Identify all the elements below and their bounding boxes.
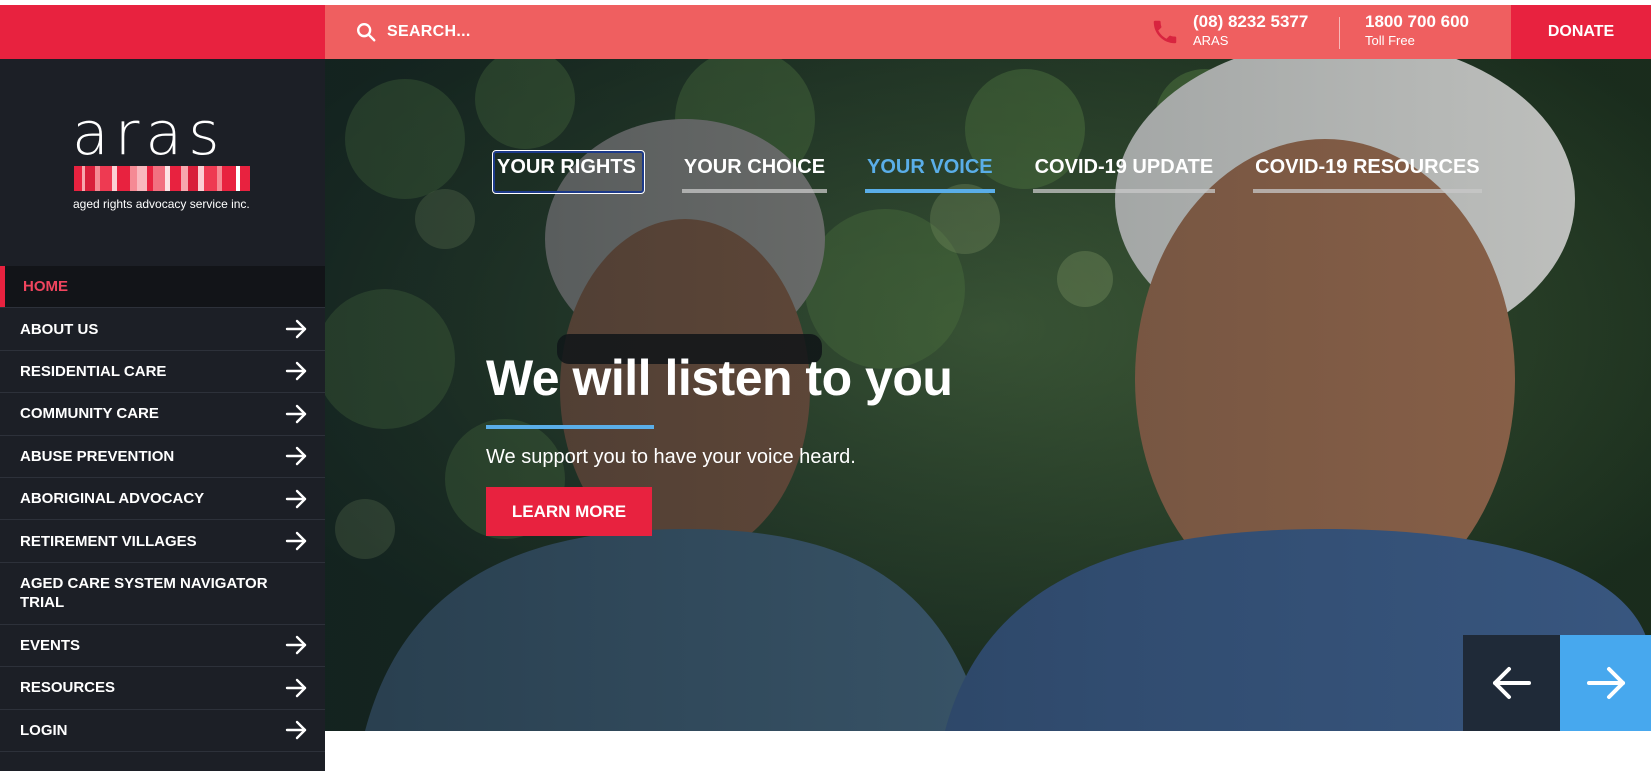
sidebar-item-label: EVENTS — [20, 636, 81, 654]
arrow-right-icon — [285, 721, 307, 740]
hero-tabs: YOUR RIGHTS YOUR CHOICE YOUR VOICE COVID-19… — [492, 150, 1520, 194]
phone-label: ARAS — [1193, 33, 1229, 48]
logo-stripes — [74, 166, 250, 191]
top-bar: SEARCH... (08) 8232 5377 ARAS 1800 700 6… — [325, 5, 1651, 59]
tab-your-voice[interactable]: YOUR VOICE — [865, 156, 995, 193]
sidebar-item-label: COMMUNITY CARE — [20, 405, 159, 423]
arrow-right-icon — [1586, 667, 1625, 699]
sidebar-item-label: ABUSE PREVENTION — [20, 447, 175, 465]
tab-your-choice[interactable]: YOUR CHOICE — [681, 156, 828, 193]
sidebar-item-aged-care-system-navigator-trial[interactable]: AGED CARE SYSTEM NAVIGATOR TRIAL — [0, 563, 325, 625]
arrow-right-icon — [285, 319, 307, 339]
arrow-right-icon — [285, 531, 307, 551]
arrow-right-icon — [285, 447, 307, 466]
logo-wordmark: aras — [72, 99, 226, 169]
phone-number: (08) 8232 5377 — [1193, 12, 1309, 31]
sidebar-item-label: LOGIN — [20, 721, 68, 739]
arrow-right-icon — [285, 489, 307, 508]
sidebar-item-label: RETIREMENT VILLAGES — [20, 532, 197, 550]
hero-subtitle: We support you to have your voice heard. — [486, 446, 856, 468]
phone-divider — [1339, 17, 1340, 49]
sidebar-item-label: HOME — [23, 278, 68, 296]
arrow-right-icon — [285, 404, 307, 424]
arrow-right-icon — [285, 362, 307, 381]
sidebar-item-label: RESOURCES — [20, 679, 116, 697]
learn-more-button[interactable]: LEARN MORE — [486, 487, 652, 536]
sidebar-item-label: ABORIGINAL ADVOCACY — [20, 490, 205, 508]
search-box[interactable]: SEARCH... — [355, 21, 471, 43]
hero-title: We will listen to you — [486, 350, 953, 406]
phone-aras[interactable]: (08) 8232 5377 ARAS — [1193, 12, 1308, 48]
phone-toll-free[interactable]: 1800 700 600 Toll Free — [1365, 12, 1469, 48]
arrow-right-icon — [285, 678, 307, 698]
sidebar-nav: HOME ABOUT US RESIDENTIAL CARE COMMUNITY CA… — [0, 266, 325, 752]
slider-prev-button[interactable] — [1463, 635, 1560, 731]
sidebar-item-resources[interactable]: RESOURCES — [0, 667, 325, 710]
tab-your-rights[interactable]: YOUR RIGHTS — [492, 150, 645, 194]
phone-number: 1800 700 600 — [1365, 12, 1469, 31]
sidebar-item-home[interactable]: HOME — [0, 266, 325, 309]
arrow-right-icon — [285, 636, 307, 655]
tab-covid-19-update[interactable]: COVID-19 UPDATE — [1032, 156, 1216, 193]
sidebar-item-about-us[interactable]: ABOUT US — [0, 308, 325, 351]
search-icon — [357, 23, 376, 42]
tab-covid-19-resources[interactable]: COVID-19 RESOURCES — [1253, 156, 1482, 193]
arrow-left-icon — [1492, 667, 1531, 699]
hero-title-underline — [486, 425, 654, 429]
sidebar: aras aged rights advocacy service inc. H… — [0, 5, 325, 771]
sidebar-item-label: RESIDENTIAL CARE — [20, 362, 167, 380]
sidebar-item-aboriginal-advocacy[interactable]: ABORIGINAL ADVOCACY — [0, 478, 325, 521]
sidebar-item-label: AGED CARE SYSTEM NAVIGATOR TRIAL — [20, 575, 268, 612]
sidebar-item-label: ABOUT US — [20, 320, 99, 338]
phone-label: Toll Free — [1365, 33, 1415, 48]
hero-slider: YOUR RIGHTS YOUR CHOICE YOUR VOICE COVID-19… — [325, 59, 1651, 731]
aras-logo[interactable]: aras aged rights advocacy service inc. — [72, 99, 252, 213]
sidebar-item-community-care[interactable]: COMMUNITY CARE — [0, 393, 325, 436]
sidebar-item-events[interactable]: EVENTS — [0, 625, 325, 668]
sidebar-header-accent — [0, 5, 325, 59]
slider-next-button[interactable] — [1560, 635, 1651, 731]
search-input[interactable]: SEARCH... — [387, 23, 471, 41]
sidebar-item-login[interactable]: LOGIN — [0, 710, 325, 752]
sidebar-item-residential-care[interactable]: RESIDENTIAL CARE — [0, 351, 325, 394]
sidebar-item-retirement-villages[interactable]: RETIREMENT VILLAGES — [0, 520, 325, 563]
sidebar-item-abuse-prevention[interactable]: ABUSE PREVENTION — [0, 436, 325, 478]
donate-button[interactable]: DONATE — [1511, 5, 1651, 59]
logo-tagline: aged rights advocacy service inc. — [73, 197, 250, 211]
phone-icon — [1153, 20, 1177, 44]
